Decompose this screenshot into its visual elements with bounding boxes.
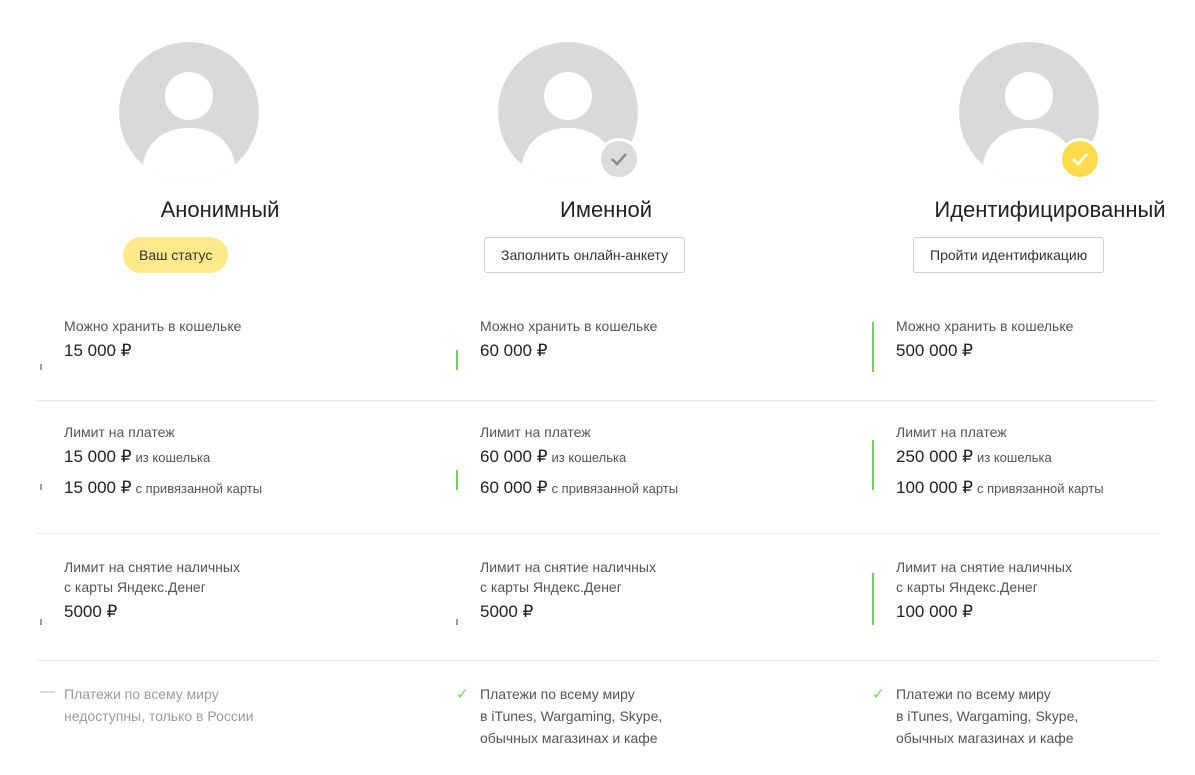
level-bar [872, 573, 874, 625]
level-bar [456, 470, 458, 490]
payment-wallet-value: 60 000 ₽ [480, 447, 548, 466]
row-divider [36, 533, 1158, 534]
feature-line2: в iTunes, Wargaming, Skype, [480, 708, 663, 724]
level-bar [872, 322, 874, 372]
feature-line3: обычных магазинах и кафе [480, 730, 658, 746]
payment-wallet-suffix: из кошелька [977, 450, 1052, 465]
payment-card-suffix: с привязанной карты [551, 481, 679, 496]
payment-card-value: 100 000 ₽ [896, 478, 973, 497]
payment-label: Лимит на платеж [64, 424, 175, 440]
row-divider [36, 400, 1158, 401]
payment-card: 60 000 ₽ с привязанной карты [480, 473, 756, 504]
payment-wallet-value: 15 000 ₽ [64, 447, 132, 466]
cash-label-line2: с карты Яндекс.Денег [896, 579, 1038, 595]
level-title: Анонимный [160, 197, 280, 222]
payment-card-suffix: с привязанной карты [135, 481, 263, 496]
storage-limit: Можно хранить в кошельке 500 000 ₽ [872, 316, 1172, 372]
cash-limit: Лимит на снятие наличных с карты Яндекс.… [456, 557, 756, 627]
avatar-identified [959, 42, 1101, 182]
level-bar [40, 619, 42, 625]
level-bar [40, 364, 42, 370]
storage-value: 15 000 ₽ [64, 341, 132, 360]
row-divider [36, 660, 1158, 661]
storage-value: 500 000 ₽ [896, 341, 973, 360]
feature-line1: Платежи по всему миру [896, 686, 1051, 702]
user-silhouette-icon [119, 42, 259, 182]
payment-wallet-suffix: из кошелька [135, 450, 211, 465]
payment-card: 100 000 ₽ с привязанной карты [896, 473, 1172, 504]
storage-limit: Можно хранить в кошельке 60 000 ₽ [456, 316, 756, 370]
payment-card: 15 000 ₽ с привязанной карты [64, 473, 340, 504]
cash-label-line1: Лимит на снятие наличных [896, 559, 1072, 575]
storage-label: Можно хранить в кошельке [64, 318, 242, 334]
check-grey-icon [598, 138, 640, 180]
payment-wallet: 60 000 ₽ из кошелька [480, 442, 756, 473]
cash-value: 100 000 ₽ [896, 602, 973, 621]
payment-wallet-suffix: из кошелька [551, 450, 627, 465]
level-bar [456, 619, 458, 625]
payment-label: Лимит на платеж [480, 424, 591, 440]
level-title: Идентифицированный [934, 197, 1166, 222]
payment-limit: Лимит на платеж 60 000 ₽ из кошелька 60 0… [456, 422, 756, 504]
fill-online-form-button[interactable]: Заполнить онлайн-анкету [484, 237, 685, 273]
feature-line2: в iTunes, Wargaming, Skype, [896, 708, 1079, 724]
payment-wallet: 250 000 ₽ из кошелька [896, 442, 1172, 473]
feature-line2: недоступны, только в России [64, 708, 254, 724]
payment-limit: Лимит на платеж 250 000 ₽ из кошелька 100… [872, 422, 1172, 504]
feature-line1: Платежи по всему миру [64, 686, 219, 702]
level-bar [40, 484, 42, 490]
cash-value: 5000 ₽ [64, 602, 118, 621]
identify-button[interactable]: Пройти идентификацию [913, 237, 1105, 273]
payment-card-value: 15 000 ₽ [64, 478, 132, 497]
payment-limit: Лимит на платеж 15 000 ₽ из кошелька 15 0… [40, 422, 340, 504]
avatar-named [498, 42, 640, 182]
storage-label: Можно хранить в кошельке [896, 318, 1074, 334]
cash-label-line1: Лимит на снятие наличных [64, 559, 240, 575]
current-status-badge: Ваш статус [123, 237, 229, 273]
cash-label-line2: с карты Яндекс.Денег [64, 579, 206, 595]
check-icon: ✓ [456, 686, 469, 703]
worldwide-payments: ✓ Платежи по всему миру в iTunes, Wargam… [872, 683, 1172, 749]
cash-limit: Лимит на снятие наличных с карты Яндекс.… [40, 557, 340, 627]
cash-limit: Лимит на снятие наличных с карты Яндекс.… [872, 557, 1172, 627]
payment-wallet: 15 000 ₽ из кошелька [64, 442, 340, 473]
feature-line3: обычных магазинах и кафе [896, 730, 1074, 746]
worldwide-payments: ✓ Платежи по всему миру в iTunes, Wargam… [456, 683, 756, 749]
worldwide-payments: — Платежи по всему миру недоступны, толь… [40, 683, 340, 727]
check-icon: ✓ [872, 686, 885, 703]
cash-label-line2: с карты Яндекс.Денег [480, 579, 622, 595]
storage-label: Можно хранить в кошельке [480, 318, 658, 334]
dash-icon: — [40, 683, 55, 700]
payment-label: Лимит на платеж [896, 424, 1007, 440]
check-yellow-icon [1059, 138, 1101, 180]
cash-label-line1: Лимит на снятие наличных [480, 559, 656, 575]
cash-value: 5000 ₽ [480, 602, 534, 621]
level-bar [456, 350, 458, 370]
level-title: Именной [560, 197, 652, 222]
level-bar [872, 440, 874, 490]
avatar-anonymous [119, 42, 259, 182]
storage-value: 60 000 ₽ [480, 341, 548, 360]
storage-limit: Можно хранить в кошельке 15 000 ₽ [40, 316, 340, 370]
payment-card-suffix: с привязанной карты [977, 481, 1104, 496]
payment-wallet-value: 250 000 ₽ [896, 447, 973, 466]
payment-card-value: 60 000 ₽ [480, 478, 548, 497]
feature-line1: Платежи по всему миру [480, 686, 635, 702]
